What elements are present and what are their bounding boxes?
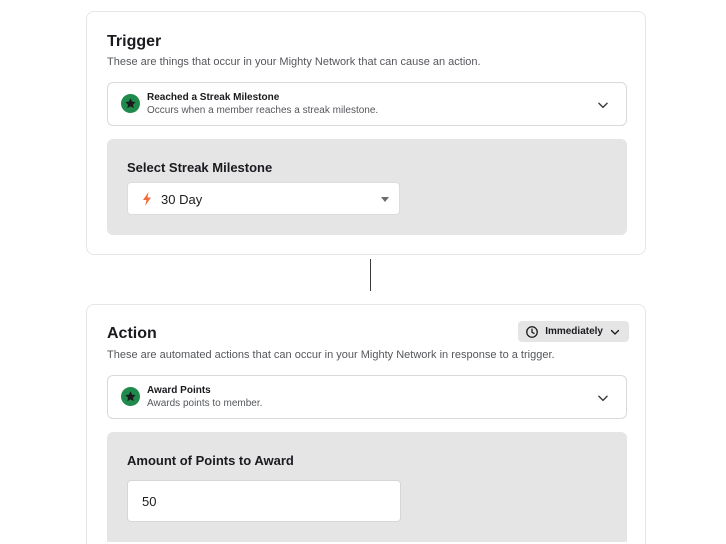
star-badge-icon xyxy=(121,387,140,406)
action-description: These are automated actions that can occ… xyxy=(107,349,555,361)
trigger-description: These are things that occur in your Migh… xyxy=(107,56,481,68)
action-title: Action xyxy=(107,325,157,342)
chevron-down-icon xyxy=(598,102,608,109)
streak-milestone-panel: Select Streak Milestone 30 Day xyxy=(107,139,627,235)
timing-dropdown[interactable]: Immediately xyxy=(518,321,629,342)
trigger-selected-subtitle: Occurs when a member reaches a streak mi… xyxy=(147,105,379,116)
timing-label: Immediately xyxy=(545,326,603,337)
streak-milestone-value: 30 Day xyxy=(161,192,203,207)
action-selected-title: Award Points xyxy=(147,385,211,396)
bolt-icon xyxy=(143,192,151,206)
trigger-card: Trigger These are things that occur in y… xyxy=(86,11,646,255)
points-label: Amount of Points to Award xyxy=(127,453,294,468)
streak-milestone-dropdown[interactable]: 30 Day xyxy=(127,182,400,215)
action-selector[interactable]: Award Points Awards points to member. xyxy=(107,375,627,419)
points-panel: Amount of Points to Award xyxy=(107,432,627,542)
chevron-down-icon xyxy=(610,329,620,335)
caret-down-icon xyxy=(381,197,389,202)
trigger-selector[interactable]: Reached a Streak Milestone Occurs when a… xyxy=(107,82,627,126)
trigger-title: Trigger xyxy=(107,33,162,50)
action-card: Action Immediately These are automated a… xyxy=(86,304,646,544)
streak-milestone-label: Select Streak Milestone xyxy=(127,160,273,175)
trigger-selected-title: Reached a Streak Milestone xyxy=(147,92,280,103)
action-selected-subtitle: Awards points to member. xyxy=(147,398,263,409)
flow-connector-line xyxy=(370,259,371,291)
star-badge-icon xyxy=(121,94,140,113)
clock-icon xyxy=(526,325,539,338)
chevron-down-icon xyxy=(598,395,608,402)
points-input[interactable] xyxy=(127,480,401,522)
